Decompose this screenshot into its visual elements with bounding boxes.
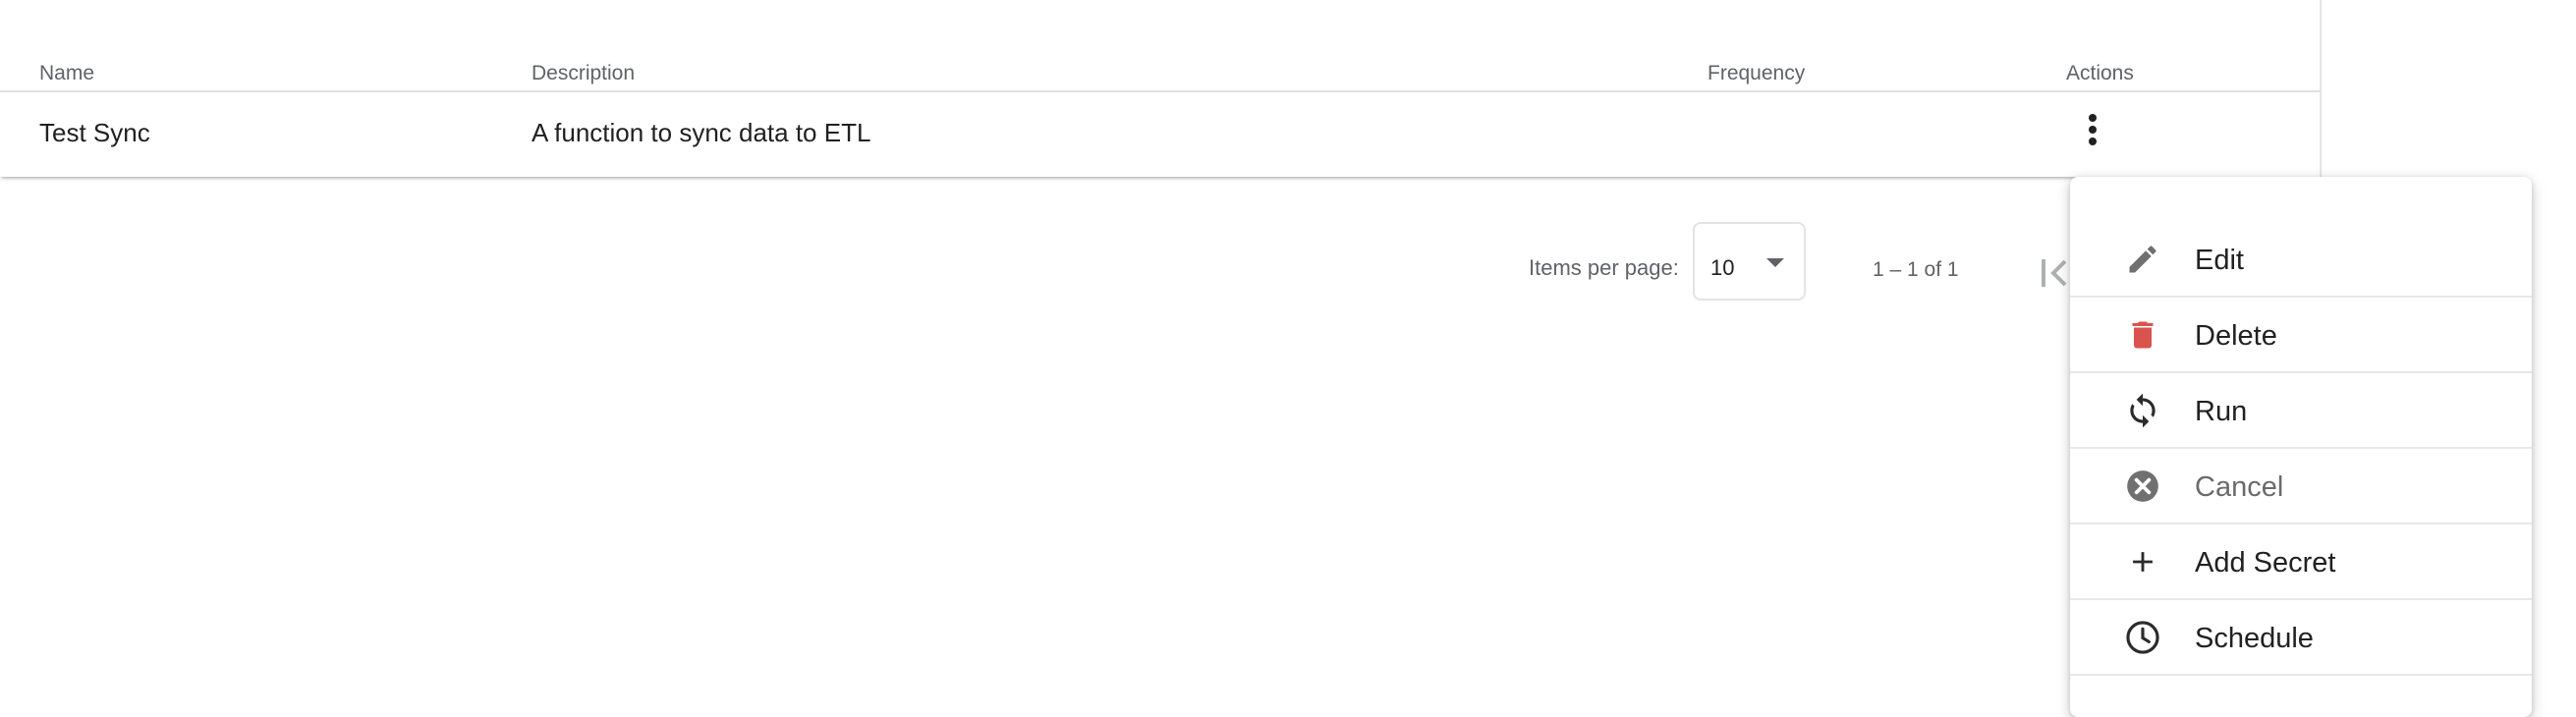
first-page-icon[interactable] [2040, 257, 2071, 289]
menu-item-cancel[interactable]: Cancel [2070, 448, 2532, 524]
table-header: Name Description Frequency Actions [0, 49, 2320, 92]
cancel-circle-icon [2123, 467, 2162, 506]
page: Name Description Frequency Actions Test … [0, 0, 2576, 717]
menu-item-add-secret[interactable]: Add Secret [2070, 524, 2532, 600]
more-vert-icon [2089, 114, 2097, 145]
cell-description: A function to sync data to ETL [532, 118, 871, 147]
column-header-description[interactable]: Description [532, 62, 635, 85]
menu-item-run[interactable]: Run [2070, 372, 2532, 449]
dropdown-arrow-icon [1766, 258, 1784, 267]
paginator-range-label: 1 – 1 of 1 [1873, 258, 1959, 281]
menu-item-edit[interactable]: Edit [2070, 221, 2532, 298]
items-per-page-label: Items per page: [1529, 255, 1679, 280]
menu-item-label: Add Secret [2195, 547, 2336, 579]
menu-item-schedule[interactable]: Schedule [2070, 599, 2532, 676]
column-header-frequency[interactable]: Frequency [1708, 62, 1805, 85]
plus-icon [2123, 542, 2162, 581]
column-header-actions: Actions [2066, 62, 2134, 84]
menu-item-label: Cancel [2195, 471, 2284, 503]
trash-icon [2123, 315, 2162, 355]
table-row[interactable]: Test Sync A function to sync data to ETL [0, 92, 2320, 177]
clock-icon [2123, 618, 2162, 657]
column-header-name[interactable]: Name [39, 62, 94, 85]
menu-item-delete[interactable]: Delete [2070, 297, 2532, 373]
cell-name: Test Sync [39, 118, 150, 147]
page-size-value: 10 [1710, 255, 1735, 280]
menu-item-label: Delete [2195, 320, 2277, 352]
menu-item-label: Run [2195, 396, 2248, 427]
row-actions-menu: Edit Delete Run Cancel Add Secret Schedu… [2070, 177, 2532, 717]
functions-table: Name Description Frequency Actions Test … [0, 0, 2320, 177]
menu-item-label: Schedule [2195, 623, 2314, 654]
menu-item-label: Edit [2195, 245, 2244, 276]
pencil-icon [2123, 240, 2162, 279]
row-actions-button[interactable] [2069, 106, 2116, 153]
sync-icon [2123, 391, 2162, 430]
page-size-select[interactable]: 10 [1693, 222, 1806, 301]
